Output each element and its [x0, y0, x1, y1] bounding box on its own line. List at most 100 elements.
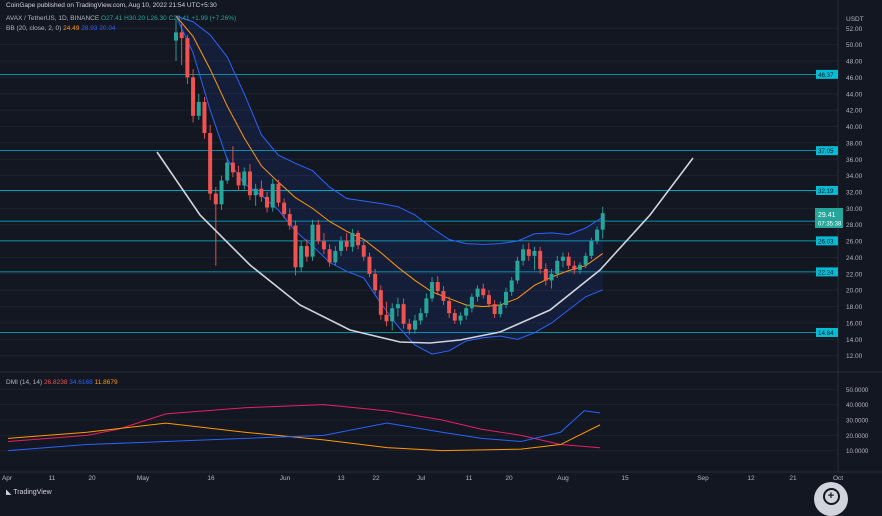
level-value-0: 14.84 [818, 330, 834, 337]
dmi-plus-value: 26.8238 [43, 379, 68, 386]
y-tick-8: 28.00 [846, 222, 863, 229]
x-tick-14: 12 [747, 475, 755, 482]
symbol-name: AVAX / TetherUS, 1D, BINANCE [6, 15, 100, 22]
candle-body-21 [293, 225, 298, 268]
bb-upper-value: 28.93 [81, 25, 98, 32]
candle-body-8 [219, 180, 224, 205]
bb-label: BB (20, close, 2, 0) [6, 25, 62, 32]
candle-body-24 [310, 224, 315, 257]
bb-legend[interactable]: BB (20, close, 2, 0) 24.49 28.93 20.04 [6, 25, 116, 32]
y-tick-9: 30.00 [846, 206, 863, 213]
candle-body-43 [418, 313, 423, 321]
candle-body-54 [481, 288, 486, 296]
candle-body-45 [430, 282, 435, 299]
candle-body-63 [532, 250, 537, 256]
candle-body-38 [390, 308, 395, 322]
candle-body-30 [344, 241, 349, 247]
price-chart[interactable]: 14.8422.2426.0328.4432.1937.0546.37 12.0… [0, 0, 882, 501]
candle-body-26 [321, 241, 326, 250]
candle-body-50 [458, 315, 463, 321]
quote-currency: USDT [846, 16, 864, 23]
candle-body-58 [504, 291, 509, 305]
candle-body-47 [441, 291, 446, 301]
candle-body-23 [304, 246, 309, 257]
last-price-label: 29.41 07:35:38 [815, 208, 843, 228]
dmi-label: DMI (14, 14) [6, 379, 43, 386]
candle-body-68 [560, 256, 565, 261]
candle-body-60 [515, 260, 520, 281]
candle-body-75 [600, 213, 605, 230]
candle-body-14 [253, 188, 258, 196]
candle-body-22 [299, 246, 304, 268]
candle-body-0 [174, 32, 178, 41]
level-value-6: 46.37 [818, 72, 834, 79]
candle-body-25 [316, 224, 321, 242]
price-axis[interactable]: 12.00 14.00 16.00 18.00 20.00 22.00 24.00 26.00… [846, 26, 863, 360]
candle-body-19 [282, 202, 287, 215]
candle-body-13 [247, 171, 252, 196]
level-value-1: 22.24 [818, 269, 834, 276]
plus-icon: + [822, 488, 840, 505]
adx-value: 11.8679 [94, 379, 118, 386]
candle-body-72 [583, 255, 588, 265]
candle-body-59 [509, 280, 514, 292]
candle-body-20 [287, 214, 292, 226]
candle-body-70 [572, 265, 577, 270]
candle-body-49 [452, 313, 457, 321]
x-tick-9: 11 [466, 475, 473, 482]
candle-body-12 [242, 171, 247, 186]
candle-body-4 [196, 101, 201, 116]
candle-body-32 [356, 232, 361, 246]
level-value-2: 26.03 [818, 238, 834, 245]
y-tick-10: 32.00 [846, 190, 863, 197]
x-tick-10: 20 [505, 475, 513, 482]
y-tick-13: 38.00 [846, 140, 863, 147]
candle-body-7 [213, 193, 218, 205]
adx-line [7, 404, 601, 449]
dmi-tick-1: 20.0000 [846, 433, 869, 440]
candle-body-66 [549, 273, 554, 281]
x-tick-8: Jul [417, 475, 426, 482]
dmi-tick-4: 50.0000 [846, 387, 869, 394]
candle-body-67 [555, 260, 560, 274]
candle-body-5 [202, 101, 207, 134]
dmi-tick-0: 10.0000 [846, 448, 869, 455]
symbol-legend[interactable]: AVAX / TetherUS, 1D, BINANCE O27.41 H30.… [6, 15, 236, 22]
dmi-pane: 10.0000 20.0000 30.0000 40.0000 50.0000 [0, 387, 869, 455]
candle-body-18 [276, 183, 281, 203]
bb-basis-value: 24.49 [63, 25, 80, 32]
candle-body-55 [486, 295, 491, 305]
level-value-4: 32.19 [818, 188, 834, 195]
candle-body-9 [225, 162, 230, 181]
candle-body-71 [577, 264, 582, 270]
bar-countdown: 07:35:38 [818, 222, 842, 228]
candle-body-46 [435, 282, 440, 292]
candle-body-16 [265, 196, 270, 208]
y-tick-5: 22.00 [846, 271, 863, 278]
candle-body-42 [412, 320, 417, 330]
zoom-button[interactable]: + [814, 482, 848, 516]
x-tick-4: 16 [207, 475, 215, 482]
x-tick-3: May [137, 475, 150, 482]
candle-body-37 [384, 314, 389, 322]
tradingview-logo[interactable]: ◣ TradingView [6, 488, 52, 496]
candle-body-64 [538, 250, 543, 269]
candle-body-6 [208, 133, 213, 194]
candle-body-28 [333, 250, 338, 263]
candle-body-1 [179, 32, 184, 39]
dmi-legend[interactable]: DMI (14, 14) 26.8238 34.6168 11.8679 [6, 379, 118, 386]
y-tick-3: 18.00 [846, 304, 863, 311]
time-axis[interactable]: Apr 11 20 May 16 Jun 13 22 Jul 11 20 Aug 15 Sep 12 21 Oc… [0, 471, 882, 482]
candle-body-36 [378, 290, 383, 315]
y-tick-1: 14.00 [846, 337, 863, 344]
x-tick-5: Jun [280, 475, 291, 482]
candle-body-61 [521, 249, 526, 261]
candle-body-31 [350, 232, 355, 247]
candle-body-52 [469, 296, 474, 309]
candle-body-69 [566, 256, 571, 266]
y-tick-2: 16.00 [846, 320, 863, 327]
candle-body-40 [401, 304, 406, 324]
candle-body-35 [373, 273, 378, 291]
candle-body-51 [464, 308, 469, 316]
y-tick-6: 24.00 [846, 255, 863, 262]
